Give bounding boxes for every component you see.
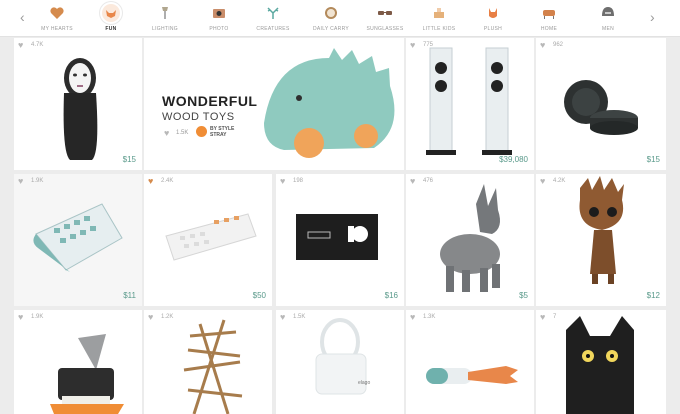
prev-arrow[interactable]: ‹ [20, 9, 25, 25]
product-tile-shark-timer[interactable]: ♥ 1.9K [14, 310, 142, 414]
category-my-hearts[interactable]: MY HEARTS [30, 4, 84, 32]
toy-icon [430, 4, 448, 22]
fish-pill-toy-image [426, 366, 518, 384]
price: $39,080 [499, 155, 528, 164]
product-label: elago [358, 380, 371, 386]
mechanical-keyboard-image [165, 213, 257, 261]
product-tile-fish-pill[interactable]: ♥ 1.3K [406, 310, 534, 414]
product-tile-groot[interactable]: ♥ 4.2K $12 [536, 174, 666, 306]
card-box-image [296, 214, 378, 260]
category-plush[interactable]: PLUSH [466, 4, 520, 32]
price: $11 [123, 291, 136, 300]
category-men[interactable]: MEN [581, 4, 635, 32]
cable-organizer-image [315, 318, 367, 395]
product-tile-flex-keyboard[interactable]: ♥ 1.9K $11 [14, 174, 142, 306]
price: $50 [252, 291, 266, 300]
price: $15 [646, 155, 660, 164]
product-tile-cable-tool[interactable]: ♥ 1.5K elago [276, 310, 404, 414]
category-fun[interactable]: FUN [84, 4, 138, 32]
fox-icon [102, 4, 120, 22]
price: $5 [519, 291, 528, 300]
category-nav: ‹ › MY HEARTS FUN LIGHTING PHOTO CREATUR… [0, 0, 680, 37]
product-tile-mech-keyboard[interactable]: ♥ 2.4K $50 [144, 174, 272, 306]
featured-wood-toys[interactable]: WONDERFUL WOOD TOYS ♥ 1.5K BY STYLE STRA… [144, 38, 404, 170]
flexible-keyboard-image [33, 203, 123, 272]
shark-fin-timer-image [50, 334, 124, 414]
category-photo[interactable]: PHOTO [192, 4, 246, 32]
watch-icon [322, 4, 340, 22]
black-cat-image [566, 316, 634, 414]
heart-icon[interactable]: ♥ [164, 128, 169, 138]
next-arrow[interactable]: › [650, 9, 655, 25]
brand-logo-icon [196, 126, 207, 137]
product-tile-speakers[interactable]: ♥ 775 $39,080 [406, 38, 534, 170]
featured-title: WONDERFUL [162, 93, 258, 109]
sunglasses-icon [376, 4, 394, 22]
product-tile-puck[interactable]: ♥ 962 $15 [536, 38, 666, 170]
groot-figure-image [579, 176, 624, 284]
product-tile-donkey[interactable]: ♥ 476 $5 [406, 174, 534, 306]
product-tile-card-box[interactable]: ♥ 198 $16 [276, 174, 404, 306]
wood-hedgehog-toy-image [264, 48, 395, 158]
featured-brand: BY STYLE STRAY [210, 126, 235, 138]
chair-icon [540, 4, 558, 22]
product-tile-wood-stack[interactable]: ♥ 1.2K [144, 310, 272, 414]
category-sunglasses[interactable]: SUNGLASSES [358, 4, 412, 32]
featured-subtitle: WOOD TOYS [162, 111, 235, 123]
speakers-image [426, 47, 512, 155]
category-little-kids[interactable]: LITTLE KIDS [412, 4, 466, 32]
stacking-sticks-image [183, 319, 243, 414]
no-face-figure-image [63, 58, 98, 160]
toy-donkey-image [440, 184, 500, 292]
product-tile-black-cat[interactable]: ♥ 7 [536, 310, 666, 414]
product-tile-no-face[interactable]: ♥ 4.7K $15 [14, 38, 142, 170]
featured-heart-count: 1.5K [176, 130, 189, 136]
category-creatures[interactable]: CREATURES [246, 4, 300, 32]
plush-fox-icon [484, 4, 502, 22]
category-home[interactable]: HOME [522, 4, 576, 32]
category-daily-carry[interactable]: DAILY CARRY [304, 4, 358, 32]
helmet-icon [599, 4, 617, 22]
lamp-icon [156, 4, 174, 22]
price: $12 [646, 291, 660, 300]
price: $16 [384, 291, 398, 300]
speaker-puck-image [564, 80, 638, 135]
antler-icon [264, 4, 282, 22]
heart-icon [48, 4, 66, 22]
category-lighting[interactable]: LIGHTING [138, 4, 192, 32]
price: $15 [122, 155, 136, 164]
camera-icon [210, 4, 228, 22]
